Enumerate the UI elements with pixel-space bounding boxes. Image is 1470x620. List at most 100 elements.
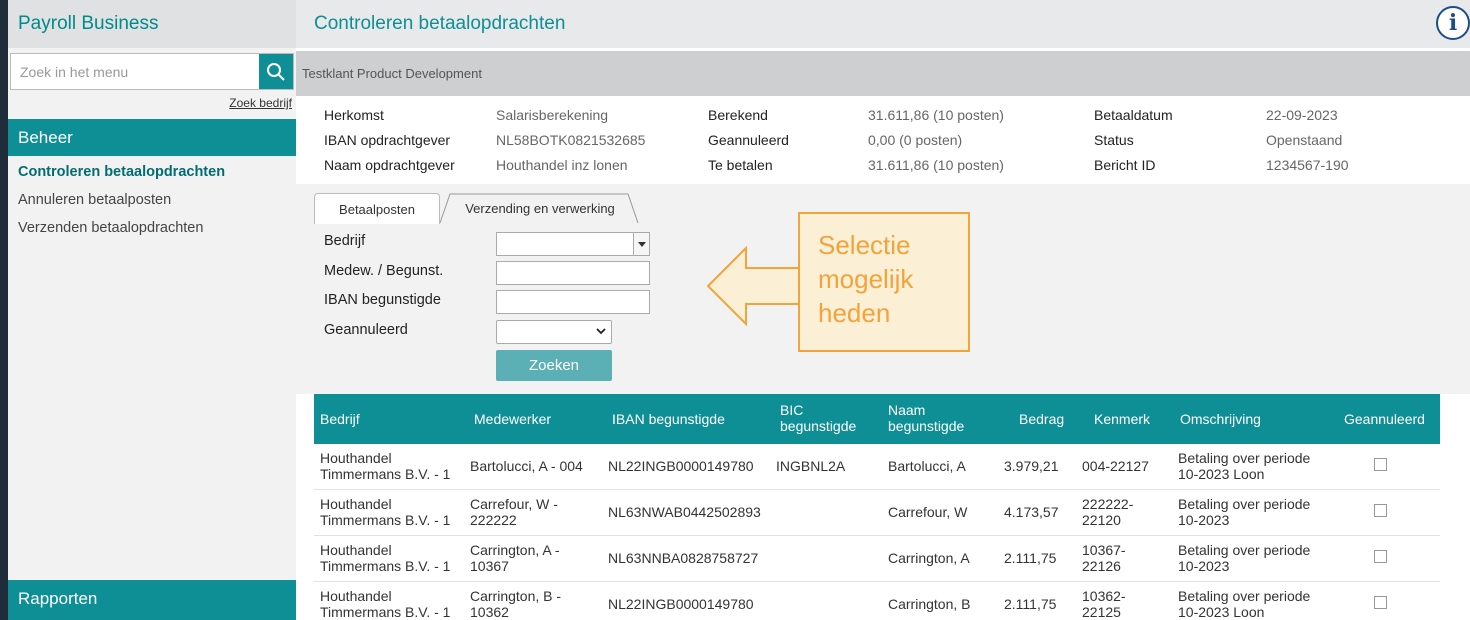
cell-kenmerk: 10362- 22125 bbox=[1082, 588, 1126, 620]
col-bic[interactable]: BIC begunstigde bbox=[780, 402, 856, 434]
detail-value: Openstaand bbox=[1266, 132, 1343, 148]
col-medewerker[interactable]: Medewerker bbox=[474, 411, 551, 427]
geannuleerd-checkbox[interactable] bbox=[1374, 550, 1387, 563]
table-row[interactable]: Houthandel Timmermans B.V. - 1 Carrefour,… bbox=[314, 490, 1440, 536]
section-rapporten[interactable]: Rapporten bbox=[8, 580, 296, 617]
search-icon bbox=[267, 62, 285, 81]
callout-box: Selectie mogelijk heden bbox=[798, 212, 970, 352]
cell-bedrag: 2.111,75 bbox=[1004, 550, 1057, 566]
filter-label-iban: IBAN begunstigde bbox=[324, 292, 441, 308]
client-name: Testklant Product Development bbox=[296, 51, 1470, 96]
cell-line: Betaling over periode bbox=[1178, 496, 1311, 512]
cell-line: 10362 bbox=[470, 604, 509, 620]
bedrijf-select[interactable] bbox=[496, 232, 650, 256]
detail-value: 1234567-190 bbox=[1266, 157, 1349, 173]
cell-line: Timmermans B.V. - 1 bbox=[320, 466, 451, 482]
cell-line: Houthandel bbox=[320, 450, 392, 466]
menu-item-verzenden[interactable]: Verzenden betaalopdrachten bbox=[8, 214, 296, 242]
medew-input[interactable] bbox=[496, 261, 650, 285]
filter-label-medew: Medew. / Begunst. bbox=[324, 263, 444, 279]
table-row[interactable]: Houthandel Timmermans B.V. - 1 Bartolucci… bbox=[314, 444, 1440, 490]
detail-value: Houthandel inz lonen bbox=[496, 157, 628, 173]
cell-line: Carrefour, W - bbox=[470, 496, 558, 512]
cell-omschrijving: Betaling over periode 10-2023 bbox=[1178, 542, 1310, 574]
cell-line: Betaling over periode bbox=[1178, 542, 1311, 558]
callout-line: heden bbox=[818, 298, 891, 328]
callout-line: mogelijk bbox=[818, 264, 914, 294]
cell-bic: INGBNL2A bbox=[776, 458, 846, 474]
col-bedrag[interactable]: Bedrag bbox=[1019, 411, 1064, 427]
cell-naam: Carrington, B bbox=[888, 596, 971, 612]
cell-line: 10-2023 bbox=[1178, 512, 1230, 528]
cell-line: Houthandel bbox=[320, 542, 392, 558]
cell-kenmerk: 10367- 22126 bbox=[1082, 542, 1126, 574]
table-row[interactable]: Houthandel Timmermans B.V. - 1 Carrington… bbox=[314, 536, 1440, 582]
detail-value: 22-09-2023 bbox=[1266, 107, 1338, 123]
menu-search-input[interactable] bbox=[11, 54, 259, 89]
geannuleerd-checkbox[interactable] bbox=[1374, 596, 1387, 609]
col-naam-line2: begunstigde bbox=[888, 418, 965, 434]
detail-value: 0,00 (0 posten) bbox=[868, 132, 963, 148]
iban-input[interactable] bbox=[496, 290, 650, 314]
search-button[interactable] bbox=[259, 54, 293, 89]
cell-line: Houthandel bbox=[320, 496, 392, 512]
col-bic-line1: BIC bbox=[780, 402, 804, 418]
tab-verzending[interactable]: Verzending en verwerking bbox=[440, 193, 640, 224]
detail-value: 31.611,86 (10 posten) bbox=[868, 157, 1004, 173]
detail-label: Status bbox=[1094, 132, 1134, 148]
payments-table: Bedrijf Medewerker IBAN begunstigde BIC … bbox=[314, 394, 1440, 620]
detail-label: Bericht ID bbox=[1094, 157, 1156, 173]
cell-iban: NL22INGB0000149780 bbox=[608, 458, 754, 474]
cell-naam: Carrington, A bbox=[888, 550, 970, 566]
tab-betaalposten[interactable]: Betaalposten bbox=[314, 193, 440, 224]
beheer-menu: Controleren betaalopdrachten Annuleren b… bbox=[8, 158, 296, 242]
detail-value: 31.611,86 (10 posten) bbox=[868, 107, 1004, 123]
geannuleerd-select[interactable] bbox=[496, 320, 612, 344]
col-omschrijving[interactable]: Omschrijving bbox=[1180, 411, 1261, 427]
col-kenmerk[interactable]: Kenmerk bbox=[1094, 411, 1150, 427]
col-bedrijf[interactable]: Bedrijf bbox=[320, 411, 360, 427]
cell-iban: NL63NWAB0442502893 bbox=[608, 504, 761, 520]
geannuleerd-checkbox[interactable] bbox=[1374, 458, 1387, 471]
cell-bedrijf: Houthandel Timmermans B.V. - 1 bbox=[320, 542, 450, 574]
menu-item-controleren[interactable]: Controleren betaalopdrachten bbox=[8, 158, 296, 186]
cell-line: 10-2023 Loon bbox=[1178, 604, 1265, 620]
cell-line: 10-2023 bbox=[1178, 558, 1230, 574]
detail-label: Herkomst bbox=[324, 107, 384, 123]
cell-line: 10367 bbox=[470, 558, 509, 574]
cell-medewerker: Carrefour, W -222222 bbox=[470, 496, 558, 528]
zoeken-button[interactable]: Zoeken bbox=[496, 350, 612, 381]
col-naam-line1: Naam bbox=[888, 402, 926, 418]
menu-item-annuleren[interactable]: Annuleren betaalposten bbox=[8, 186, 296, 214]
col-iban[interactable]: IBAN begunstigde bbox=[612, 411, 725, 427]
detail-label: Naam opdrachtgever bbox=[324, 157, 455, 173]
tab-verzending-label: Verzending en verwerking bbox=[465, 201, 615, 216]
col-geannuleerd[interactable]: Geannuleerd bbox=[1344, 411, 1425, 427]
cell-line: Timmermans B.V. - 1 bbox=[320, 512, 451, 528]
detail-value: Salarisberekening bbox=[496, 107, 609, 123]
col-naam[interactable]: Naam begunstigde bbox=[888, 402, 964, 434]
filter-label-geannuleerd: Geannuleerd bbox=[324, 322, 408, 338]
geannuleerd-checkbox[interactable] bbox=[1374, 504, 1387, 517]
detail-label: Te betalen bbox=[708, 157, 773, 173]
section-beheer[interactable]: Beheer bbox=[8, 119, 296, 156]
cell-bedrijf: Houthandel Timmermans B.V. - 1 bbox=[320, 588, 450, 620]
table-row[interactable]: Houthandel Timmermans B.V. - 1 Carrington… bbox=[314, 582, 1440, 620]
cell-kenmerk: 004-22127 bbox=[1082, 458, 1149, 474]
menu-search bbox=[10, 53, 294, 90]
zoek-bedrijf-link[interactable]: Zoek bedrijf bbox=[229, 96, 292, 110]
cell-line: Timmermans B.V. - 1 bbox=[320, 604, 451, 620]
callout-line: Selectie bbox=[818, 230, 911, 260]
info-icon[interactable]: i bbox=[1436, 6, 1470, 40]
cell-bedrag: 4.173,57 bbox=[1004, 504, 1059, 520]
main-panel: Controleren betaalopdrachten i Testklant… bbox=[296, 0, 1470, 620]
table-header: Bedrijf Medewerker IBAN begunstigde BIC … bbox=[314, 394, 1440, 444]
cell-omschrijving: Betaling over periode 10-2023 bbox=[1178, 496, 1310, 528]
cell-line: 222222- bbox=[1082, 496, 1134, 512]
cell-line: 10-2023 Loon bbox=[1178, 466, 1265, 482]
cell-iban: NL63NNBA0828758727 bbox=[608, 550, 759, 566]
detail-label: Berekend bbox=[708, 107, 768, 123]
cell-line: Timmermans B.V. - 1 bbox=[320, 558, 451, 574]
cell-medewerker: Bartolucci, A - 004 bbox=[470, 458, 583, 474]
cell-line: Betaling over periode bbox=[1178, 450, 1311, 466]
